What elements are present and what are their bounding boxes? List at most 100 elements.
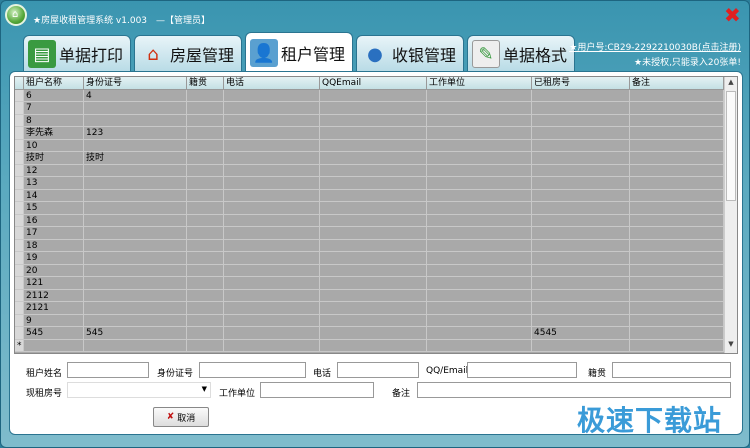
table-cell[interactable] <box>630 102 724 115</box>
table-cell[interactable] <box>630 89 724 102</box>
table-cell[interactable] <box>427 152 532 165</box>
table-cell[interactable] <box>630 202 724 215</box>
table-cell[interactable] <box>320 152 427 165</box>
table-cell[interactable]: 2121 <box>24 302 84 315</box>
table-cell[interactable] <box>320 264 427 277</box>
table-cell[interactable] <box>427 264 532 277</box>
id-number-input[interactable] <box>199 362 306 378</box>
table-cell[interactable] <box>320 164 427 177</box>
column-header[interactable]: 已租房号 <box>532 77 630 90</box>
note-input[interactable] <box>417 382 731 398</box>
table-cell[interactable] <box>320 302 427 315</box>
table-cell[interactable] <box>427 314 532 327</box>
table-cell[interactable] <box>187 302 224 315</box>
table-cell[interactable] <box>427 164 532 177</box>
table-cell[interactable] <box>187 239 224 252</box>
table-cell[interactable] <box>532 214 630 227</box>
row-indicator[interactable] <box>15 202 24 215</box>
table-cell[interactable]: 技时 <box>24 152 84 165</box>
row-indicator[interactable] <box>15 289 24 302</box>
table-cell[interactable] <box>320 102 427 115</box>
column-header[interactable]: 备注 <box>630 77 724 90</box>
table-cell[interactable] <box>224 139 320 152</box>
row-indicator[interactable] <box>15 139 24 152</box>
table-cell[interactable] <box>427 189 532 202</box>
table-cell[interactable] <box>427 327 532 340</box>
table-cell[interactable] <box>224 114 320 127</box>
table-cell[interactable] <box>320 202 427 215</box>
table-cell[interactable] <box>427 289 532 302</box>
column-header[interactable]: 身份证号 <box>84 77 187 90</box>
table-cell[interactable] <box>84 139 187 152</box>
table-cell[interactable] <box>187 189 224 202</box>
table-cell[interactable] <box>187 339 224 352</box>
table-cell[interactable] <box>320 239 427 252</box>
table-cell[interactable]: 4 <box>84 89 187 102</box>
table-cell[interactable] <box>427 277 532 290</box>
table-cell[interactable]: 20 <box>24 264 84 277</box>
table-cell[interactable] <box>224 314 320 327</box>
table-cell[interactable]: 18 <box>24 239 84 252</box>
table-cell[interactable]: 7 <box>24 102 84 115</box>
table-cell[interactable] <box>224 302 320 315</box>
table-cell[interactable] <box>427 227 532 240</box>
table-row[interactable]: 2112 <box>15 289 724 302</box>
table-cell[interactable] <box>84 202 187 215</box>
table-row[interactable]: 技时 技时 <box>15 152 724 165</box>
table-cell[interactable] <box>224 202 320 215</box>
table-cell[interactable] <box>427 252 532 265</box>
table-cell[interactable] <box>224 89 320 102</box>
row-indicator[interactable] <box>15 252 24 265</box>
table-cell[interactable] <box>532 152 630 165</box>
row-indicator[interactable] <box>15 277 24 290</box>
table-cell[interactable] <box>84 264 187 277</box>
table-cell[interactable] <box>84 114 187 127</box>
table-cell[interactable] <box>630 177 724 190</box>
table-row[interactable]: 2121 <box>15 302 724 315</box>
table-cell[interactable] <box>427 177 532 190</box>
close-x-icon[interactable]: ✖ <box>724 3 741 27</box>
table-cell[interactable] <box>427 302 532 315</box>
table-row[interactable]: * <box>15 339 724 352</box>
table-cell[interactable]: 6 <box>24 89 84 102</box>
table-cell[interactable]: 17 <box>24 227 84 240</box>
table-cell[interactable] <box>224 127 320 140</box>
row-indicator[interactable] <box>15 189 24 202</box>
table-cell[interactable] <box>532 339 630 352</box>
table-cell[interactable] <box>224 252 320 265</box>
row-indicator[interactable] <box>15 302 24 315</box>
table-cell[interactable] <box>630 289 724 302</box>
table-cell[interactable]: 2112 <box>24 289 84 302</box>
tab-tenant-management[interactable]: 👤 租户管理 <box>245 32 353 73</box>
table-row[interactable]: 121 <box>15 277 724 290</box>
table-cell[interactable] <box>532 264 630 277</box>
table-cell[interactable] <box>532 227 630 240</box>
table-cell[interactable] <box>84 177 187 190</box>
table-cell[interactable]: 19 <box>24 252 84 265</box>
table-cell[interactable] <box>532 239 630 252</box>
table-row[interactable]: 18 <box>15 239 724 252</box>
table-cell[interactable] <box>532 202 630 215</box>
phone-input[interactable] <box>337 362 419 378</box>
table-cell[interactable]: 123 <box>84 127 187 140</box>
table-cell[interactable]: 545 <box>84 327 187 340</box>
table-row[interactable]: 14 <box>15 189 724 202</box>
table-cell[interactable] <box>320 277 427 290</box>
table-cell[interactable] <box>630 327 724 340</box>
scroll-up-icon[interactable]: ▲ <box>726 78 736 90</box>
row-indicator[interactable] <box>15 214 24 227</box>
table-cell[interactable] <box>224 214 320 227</box>
table-row[interactable]: 10 <box>15 139 724 152</box>
table-cell[interactable] <box>224 289 320 302</box>
tab-house-management[interactable]: ⌂ 房屋管理 <box>134 35 242 73</box>
table-cell[interactable] <box>532 177 630 190</box>
table-row[interactable]: 20 <box>15 264 724 277</box>
table-cell[interactable] <box>532 139 630 152</box>
table-cell[interactable] <box>84 214 187 227</box>
table-cell[interactable] <box>532 277 630 290</box>
table-cell[interactable]: 15 <box>24 202 84 215</box>
table-cell[interactable]: 121 <box>24 277 84 290</box>
table-cell[interactable]: 10 <box>24 139 84 152</box>
current-room-select[interactable]: ▼ <box>67 382 211 398</box>
table-cell[interactable] <box>532 289 630 302</box>
